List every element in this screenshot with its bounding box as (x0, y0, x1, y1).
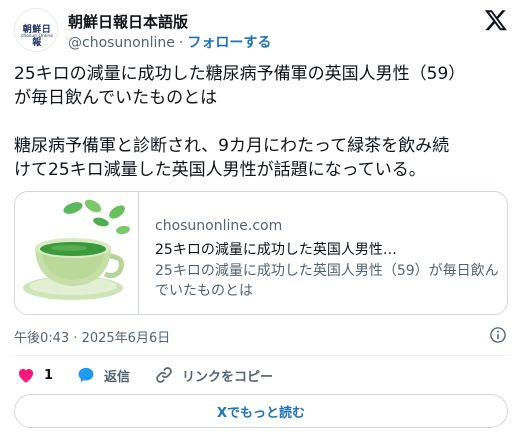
divider (14, 355, 508, 356)
copy-link-label: リンクをコピー (182, 369, 274, 385)
card-thumbnail (15, 192, 139, 314)
handle-separator: · (178, 35, 184, 51)
tweet-line: けて25キロ減量した英国人男性が話題になっている。 (14, 160, 426, 180)
account-handle[interactable]: @chosunonline (68, 35, 175, 51)
like-button[interactable]: 1 (16, 362, 53, 388)
account-name[interactable]: 朝鮮日報日本語版 (68, 11, 188, 32)
avatar-logo-sub: chosun Online (20, 34, 54, 39)
tweet-text: 25キロの減量に成功した糖尿病予備軍の英国人男性（59） が毎日飲んでいたものと… (14, 62, 508, 182)
tweet-line: 25キロの減量に成功した糖尿病予備軍の英国人男性（59） (14, 64, 466, 84)
card-title: 25キロの減量に成功した英国人男性… (155, 242, 397, 258)
avatar[interactable]: 朝鮮日報 chosun Online (14, 8, 58, 52)
heart-icon (18, 368, 34, 383)
follow-button[interactable]: フォローする (187, 35, 271, 51)
tweet-actions: 1 返信 リンクをコピー (14, 362, 508, 388)
card-description: 25キロの減量に成功した英国人男性（59）が毎日飲んでいたものとは (155, 263, 499, 299)
like-count: 1 (44, 367, 54, 383)
reply-button[interactable]: 返信 (76, 362, 130, 388)
read-more-button[interactable]: Xでもっと読む (14, 394, 508, 428)
speech-bubble-icon (78, 367, 94, 383)
link-icon (156, 367, 172, 383)
tweet-line: 糖尿病予備軍と診断され、9カ月にわたって緑茶を飲み続 (14, 136, 450, 156)
reply-label: 返信 (104, 369, 131, 385)
info-icon[interactable] (489, 326, 507, 344)
tweet-timestamp[interactable]: 午後0:43 · 2025年6月6日 (14, 327, 170, 346)
copy-link-button[interactable]: リンクをコピー (154, 362, 273, 388)
green-tea-illustration (23, 199, 130, 300)
x-logo-icon[interactable] (484, 8, 508, 32)
card-domain: chosunonline.com (155, 218, 283, 234)
handle-row: @chosunonline · フォローする (68, 32, 271, 52)
tweet-line: が毎日飲んでいたものとは (14, 88, 218, 108)
tweet-header: 朝鮮日報 chosun Online 朝鮮日報日本語版 @chosunonlin… (14, 8, 508, 56)
link-preview-card[interactable]: chosunonline.com 25キロの減量に成功した英国人男性… 25キロ… (14, 191, 508, 315)
